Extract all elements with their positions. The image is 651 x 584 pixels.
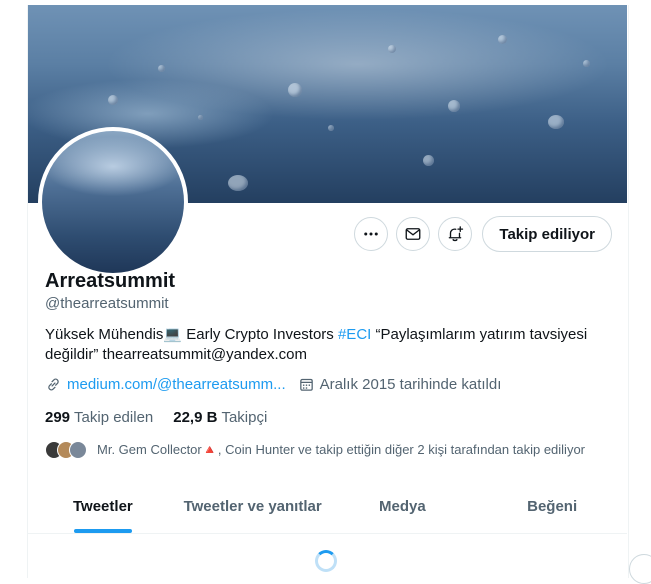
followers-you-know-text: Mr. Gem Collector🔺, Coin Hunter ve takip… [97, 442, 586, 457]
bio-text: Yüksek Mühendis💻 Early Crypto Investors [45, 326, 338, 343]
water-drop [328, 125, 334, 131]
water-drop [548, 115, 564, 129]
scroll-button[interactable] [629, 554, 651, 584]
profile-card: Takip ediliyor Arreatsummit @thearreatsu… [27, 5, 629, 578]
water-drop [228, 175, 248, 191]
tab-label: Beğeni [527, 497, 578, 515]
water-drop [498, 35, 507, 44]
tab-likes[interactable]: Beğeni [477, 479, 627, 533]
profile-handle: @thearreatsummit [45, 295, 169, 312]
mail-icon [405, 228, 421, 240]
profile-meta: medium.com/@thearreatsumm... Aralık 2015… [45, 376, 501, 393]
loading-spinner [315, 550, 337, 572]
water-drop [198, 115, 203, 120]
water-drop [388, 45, 396, 53]
more-button[interactable] [354, 217, 389, 251]
water-drop [108, 95, 118, 105]
message-button[interactable] [396, 217, 431, 251]
following-label: Takip edilen [74, 409, 154, 426]
active-tab-indicator [73, 529, 132, 533]
water-drop [448, 100, 460, 112]
tab-media[interactable]: Medya [328, 479, 478, 533]
profile-avatar[interactable] [38, 127, 188, 277]
bell-plus-icon [449, 226, 464, 242]
tab-label: Tweetler ve yanıtlar [183, 497, 322, 515]
avatar [69, 441, 87, 459]
following-count: 299 [45, 409, 71, 426]
profile-name: Arreatsummit [45, 270, 176, 292]
website-link[interactable]: medium.com/@thearreatsumm... [67, 376, 286, 393]
profile-tabs: Tweetler Tweetler ve yanıtlar Medya Beğe… [28, 479, 627, 534]
calendar-icon [299, 378, 313, 391]
following-button[interactable]: Takip ediliyor [482, 216, 612, 252]
profile-stats: 299 Takip edilen 22,9 B Takipçi [45, 409, 267, 426]
water-drop [288, 83, 302, 97]
followers-count: 22,9 B [173, 409, 218, 426]
tab-tweets-and-replies[interactable]: Tweetler ve yanıtlar [178, 479, 328, 533]
tab-tweets[interactable]: Tweetler [28, 479, 178, 533]
website-item: medium.com/@thearreatsumm... [45, 376, 286, 393]
followers-you-know[interactable]: Mr. Gem Collector🔺, Coin Hunter ve takip… [45, 441, 585, 459]
more-horizontal-icon [364, 232, 379, 236]
tab-label: Tweetler [73, 497, 133, 515]
water-drop [423, 155, 434, 166]
hashtag-link[interactable]: #ECI [338, 326, 371, 343]
joined-date: Aralık 2015 tarihinde katıldı [319, 376, 502, 393]
water-drop [583, 60, 590, 67]
link-icon [48, 378, 59, 391]
profile-bio: Yüksek Mühendis💻 Early Crypto Investors … [45, 325, 605, 365]
water-drop [158, 65, 165, 72]
profile-actions: Takip ediliyor [354, 216, 612, 252]
tab-label: Medya [379, 497, 426, 515]
joined-item: Aralık 2015 tarihinde katıldı [298, 376, 502, 393]
following-stat[interactable]: 299 Takip edilen [45, 409, 153, 426]
mini-avatars [45, 441, 87, 459]
followers-label: Takipçi [221, 409, 268, 426]
notifications-button[interactable] [438, 217, 473, 251]
followers-stat[interactable]: 22,9 B Takipçi [173, 409, 267, 426]
